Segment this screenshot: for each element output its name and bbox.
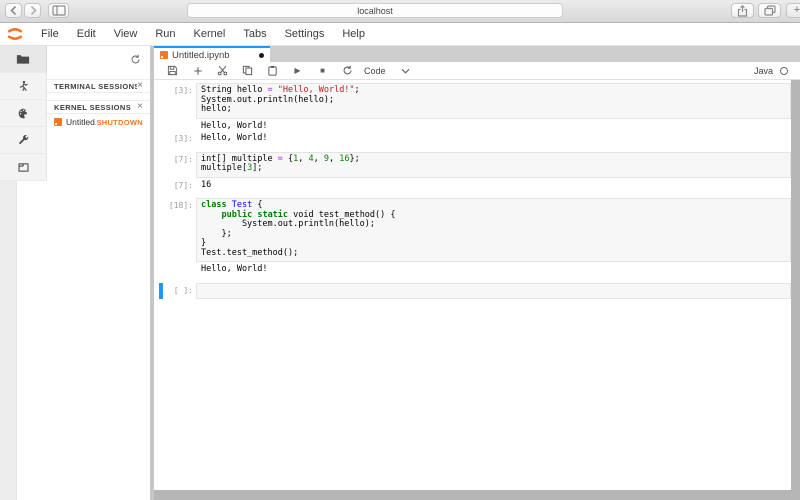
menu-view[interactable]: View — [105, 28, 147, 40]
notebook-icon — [54, 118, 62, 126]
session-name: Untitled.ipy... — [66, 117, 96, 127]
sidebar-tabs — [0, 46, 47, 181]
output-prompt: [7]: — [154, 181, 193, 191]
sidebar-tab-open-tabs[interactable] — [0, 154, 47, 181]
menu-bar: File Edit View Run Kernel Tabs Settings … — [0, 23, 800, 46]
terminal-sessions-header: TERMINAL SESSIONS × — [47, 79, 150, 93]
notebook-cells: [3]:String hello = "Hello, World!";Syste… — [154, 80, 791, 490]
window-icon — [17, 161, 30, 174]
input-prompt: [7]: — [154, 152, 193, 178]
kernel-sessions-header: KERNEL SESSIONS × — [47, 100, 150, 114]
horizontal-scrollbar[interactable] — [154, 490, 800, 500]
close-icon[interactable]: × — [137, 81, 143, 91]
notebook-tab[interactable]: Untitled.ipynb — [154, 46, 270, 62]
cell-editor[interactable]: class Test { public static void test_met… — [196, 198, 791, 262]
menu-run[interactable]: Run — [146, 28, 184, 40]
back-button[interactable] — [5, 3, 22, 18]
forward-icon — [28, 5, 38, 16]
shutdown-button[interactable]: SHUTDOWN — [96, 118, 143, 127]
sidebar-toggle-button[interactable] — [48, 3, 69, 18]
sidebar-tab-files[interactable] — [0, 46, 47, 73]
running-sessions-panel: TERMINAL SESSIONS × KERNEL SESSIONS × Un… — [47, 46, 150, 500]
tab-overview-icon — [764, 5, 776, 16]
restart-kernel-button[interactable] — [335, 63, 360, 78]
share-icon — [737, 5, 748, 17]
sidebar-tab-commands[interactable] — [0, 100, 47, 127]
cell-type-value: Code — [364, 66, 386, 76]
notebook-icon — [160, 51, 168, 59]
menu-help[interactable]: Help — [333, 28, 374, 40]
output-prompt — [154, 265, 193, 275]
output-prompt: [3]: — [154, 134, 193, 144]
output-text: 16 — [196, 181, 211, 191]
code-cell[interactable]: [7]:int[] multiple = {1, 4, 9, 16};multi… — [154, 152, 791, 178]
menu-file[interactable]: File — [32, 28, 68, 40]
input-prompt: [ ]: — [154, 283, 193, 300]
interrupt-kernel-button[interactable]: ■ — [310, 63, 335, 78]
stop-icon: ■ — [320, 67, 325, 75]
kernel-session-item[interactable]: Untitled.ipy... SHUTDOWN — [47, 114, 150, 130]
close-icon[interactable]: × — [137, 102, 143, 112]
kernel-idle-icon — [780, 67, 788, 75]
code-cell[interactable]: [3]:String hello = "Hello, World!";Syste… — [154, 83, 791, 119]
sidebar-toggle-icon — [52, 5, 66, 16]
menu-tabs[interactable]: Tabs — [234, 28, 275, 40]
cell-output: [7]:16 — [154, 181, 791, 191]
jupyter-logo — [6, 27, 24, 41]
cell-output: [3]:Hello, World! — [154, 134, 791, 144]
new-tab-button[interactable]: + — [786, 3, 800, 18]
input-prompt: [3]: — [154, 83, 193, 119]
kernel-sessions-label: KERNEL SESSIONS — [54, 103, 137, 112]
notebook-tab-title: Untitled.ipynb — [172, 50, 255, 61]
running-man-icon — [17, 80, 30, 93]
palette-icon — [17, 107, 30, 120]
notebook-toolbar: ▶ ■ Code Java — [154, 62, 800, 80]
url-text: localhost — [357, 6, 393, 16]
cell-editor[interactable]: int[] multiple = {1, 4, 9, 16};multiple[… — [196, 152, 791, 178]
kernel-indicator[interactable]: Java — [754, 62, 788, 79]
sidebar-tab-running-sessions[interactable] — [0, 73, 47, 100]
sidebar-tab-cell-tools[interactable] — [0, 127, 47, 154]
cell-editor[interactable]: String hello = "Hello, World!";System.ou… — [196, 83, 791, 119]
paste-cells-button[interactable] — [260, 63, 285, 78]
kernel-name: Java — [754, 66, 773, 76]
chevron-down-icon — [401, 68, 410, 74]
tab-overview-button[interactable] — [758, 3, 781, 18]
save-button[interactable] — [160, 63, 185, 78]
browser-chrome: localhost + — [0, 0, 800, 23]
cell-type-dropdown[interactable]: Code — [364, 66, 410, 76]
unsaved-dot-icon[interactable] — [259, 53, 264, 58]
output-text: Hello, World! — [196, 134, 268, 144]
new-tab-icon: + — [794, 4, 800, 17]
cell-output: Hello, World! — [154, 265, 791, 275]
url-bar[interactable]: localhost — [187, 3, 563, 18]
copy-cells-button[interactable] — [235, 63, 260, 78]
terminal-sessions-label: TERMINAL SESSIONS — [54, 82, 137, 91]
refresh-sessions-button[interactable] — [130, 54, 141, 65]
cell-output: Hello, World! — [154, 122, 791, 132]
vertical-scrollbar[interactable] — [791, 80, 800, 500]
cut-cells-button[interactable] — [210, 63, 235, 78]
cell-editor[interactable] — [196, 283, 791, 300]
back-icon — [9, 5, 19, 16]
forward-button[interactable] — [24, 3, 41, 18]
wrench-icon — [17, 134, 30, 147]
output-text: Hello, World! — [196, 122, 268, 132]
main-dock-panel: Untitled.ipynb ▶ ■ Code Java [3]:String … — [154, 46, 800, 500]
output-text: Hello, World! — [196, 265, 268, 275]
menu-kernel[interactable]: Kernel — [185, 28, 235, 40]
folder-icon — [16, 52, 30, 66]
code-cell[interactable]: [18]:class Test { public static void tes… — [154, 198, 791, 262]
menu-settings[interactable]: Settings — [276, 28, 334, 40]
dock-tab-bar: Untitled.ipynb — [154, 46, 800, 62]
output-prompt — [154, 122, 193, 132]
share-button[interactable] — [731, 3, 754, 18]
input-prompt: [18]: — [154, 198, 193, 262]
code-cell[interactable]: [ ]: — [154, 283, 791, 300]
add-cell-button[interactable] — [185, 63, 210, 78]
run-cell-button[interactable]: ▶ — [285, 63, 310, 78]
menu-edit[interactable]: Edit — [68, 28, 105, 40]
play-icon: ▶ — [294, 67, 300, 75]
